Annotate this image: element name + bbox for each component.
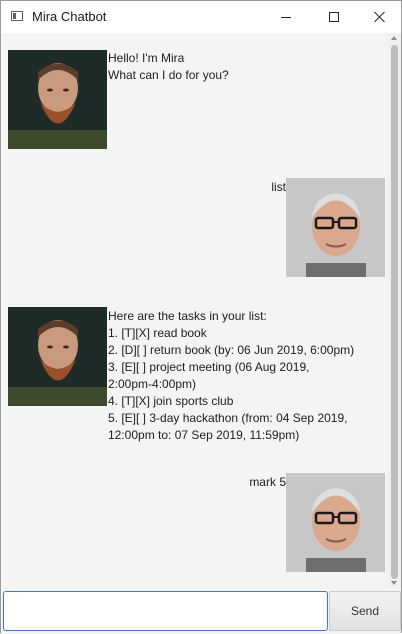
maximize-button[interactable]: [311, 1, 357, 33]
minimize-button[interactable]: [263, 1, 309, 33]
chat-window: Mira Chatbot Hello! I'm Mira What can I …: [0, 0, 402, 634]
bot-avatar: [8, 307, 107, 406]
window-title: Mira Chatbot: [32, 9, 107, 24]
scroll-thumb[interactable]: [391, 45, 398, 579]
user-message-text: mark 5: [249, 475, 286, 489]
bot-message-text: Here are the tasks in your list: 1. [T][…: [108, 309, 355, 442]
bot-message: Hello! I'm Mira What can I do for you?: [8, 50, 388, 150]
scroll-up-arrow-icon[interactable]: [391, 36, 397, 40]
user-avatar: [286, 178, 385, 277]
user-message: list: [1, 178, 385, 278]
close-button[interactable]: [357, 1, 402, 33]
chat-scroll-area[interactable]: Hello! I'm Mira What can I do for you? l…: [1, 33, 388, 588]
app-window-icon: [11, 11, 23, 21]
user-avatar: [286, 473, 385, 572]
input-row: Send: [1, 588, 401, 634]
bot-message: Here are the tasks in your list: 1. [T][…: [8, 307, 388, 447]
message-input[interactable]: [3, 591, 328, 631]
title-bar[interactable]: Mira Chatbot: [1, 1, 401, 33]
user-message-text: list: [271, 180, 286, 194]
bot-message-text: Hello! I'm Mira What can I do for you?: [108, 51, 229, 82]
close-icon: [374, 11, 386, 23]
send-button[interactable]: Send: [329, 591, 401, 631]
bot-avatar: [8, 50, 107, 149]
maximize-icon: [329, 12, 339, 22]
scroll-down-arrow-icon[interactable]: [391, 581, 397, 585]
minimize-icon: [281, 17, 291, 18]
vertical-scrollbar[interactable]: [388, 33, 401, 588]
user-message: mark 5: [1, 473, 385, 573]
